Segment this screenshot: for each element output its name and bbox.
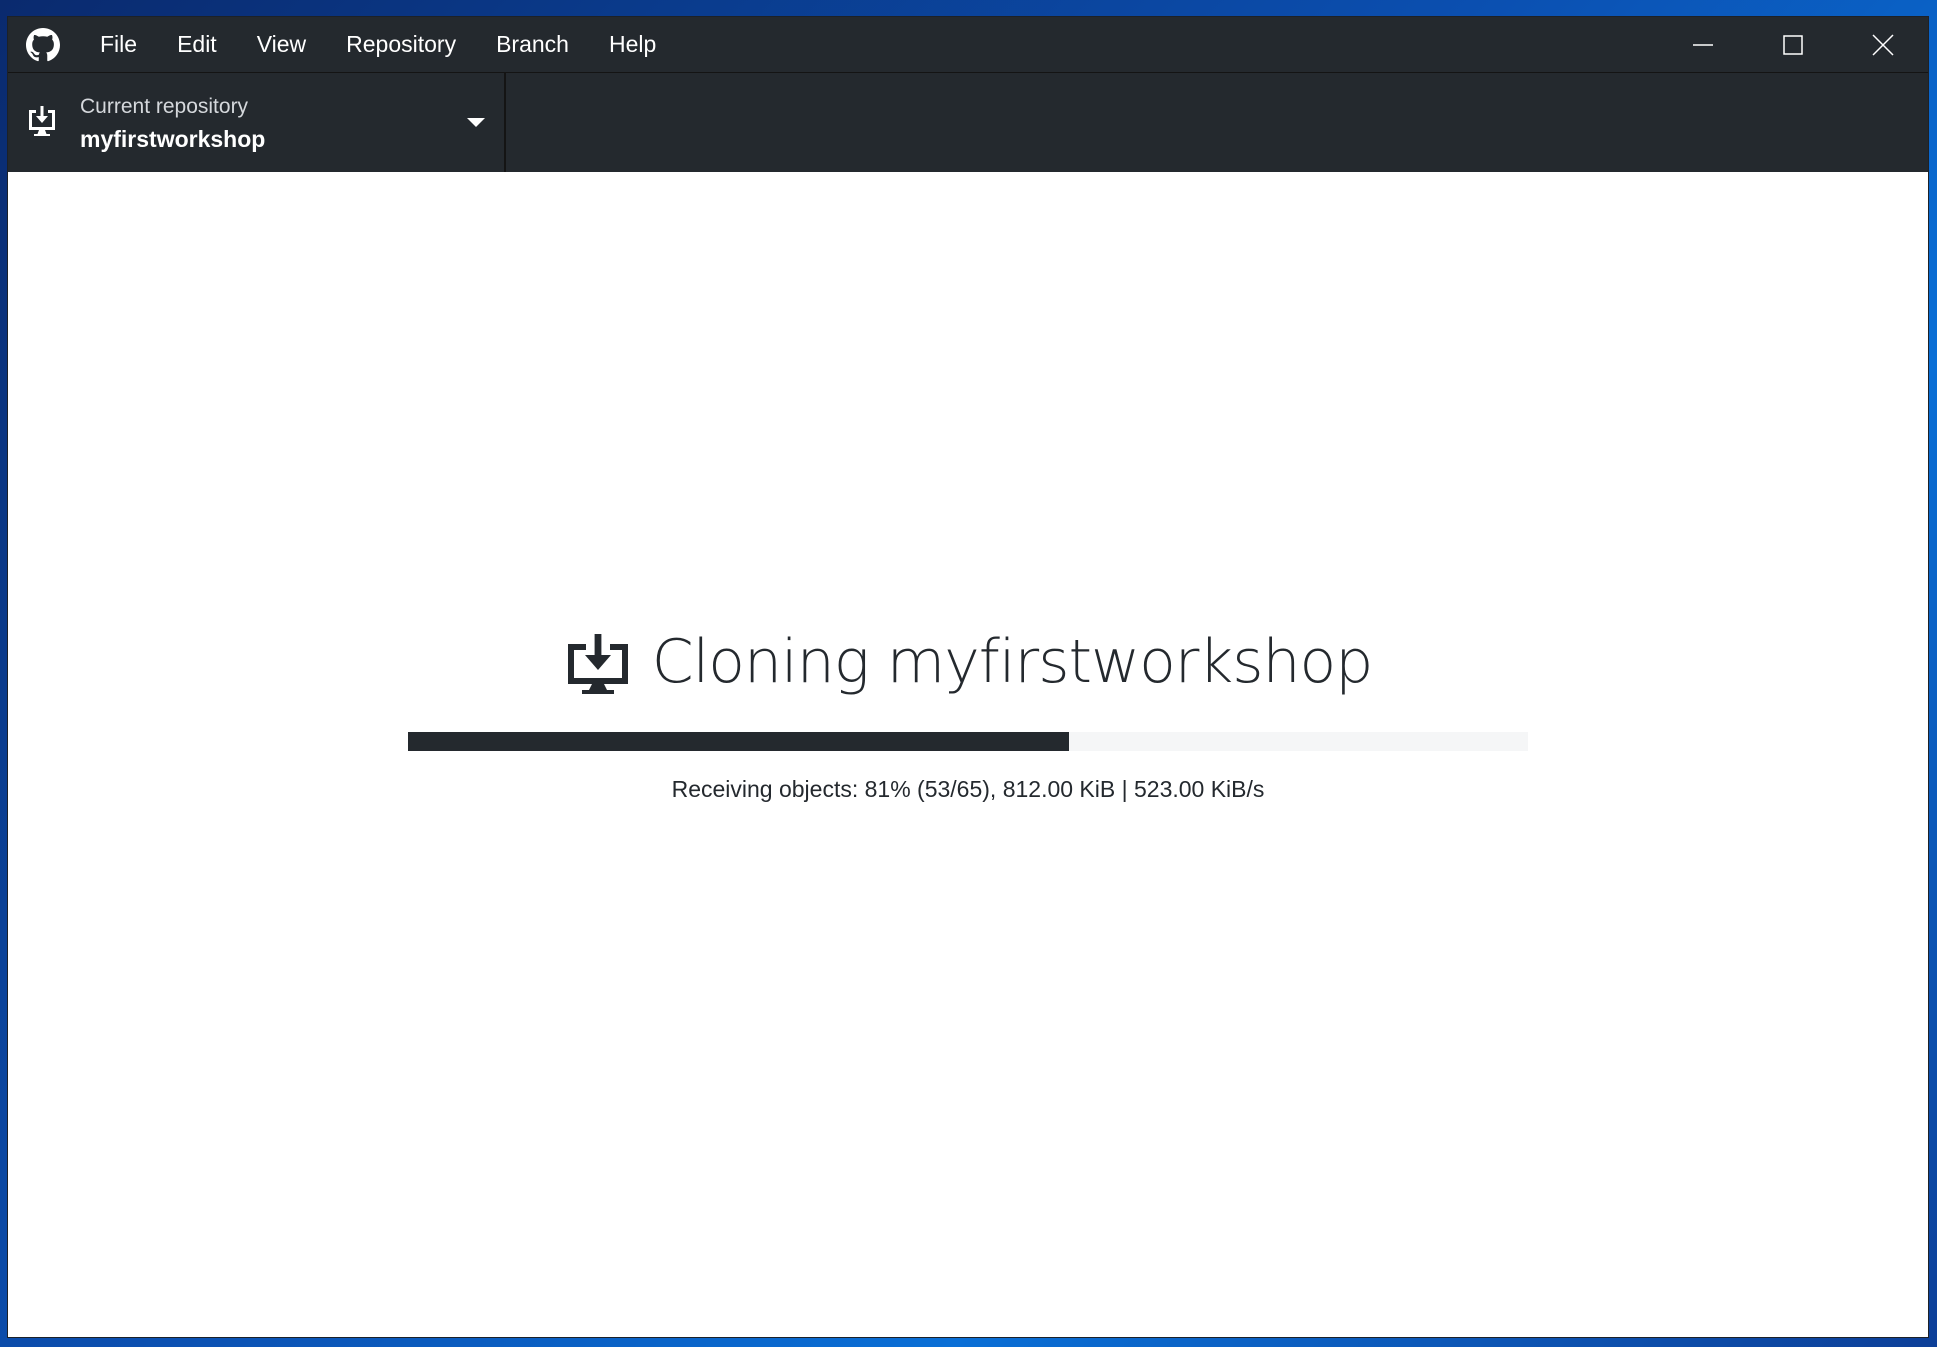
- app-window: File Edit View Repository Branch Help Cu…: [8, 17, 1928, 1337]
- maximize-icon: [1783, 35, 1803, 55]
- clone-progress-status: Receiving objects: 81% (53/65), 812.00 K…: [671, 776, 1265, 802]
- minimize-button[interactable]: [1658, 17, 1748, 72]
- menu-file[interactable]: File: [80, 17, 157, 72]
- toolbar: Current repository myfirstworkshop: [8, 72, 1928, 173]
- clone-download-icon: [29, 106, 55, 136]
- close-button[interactable]: [1838, 17, 1928, 72]
- current-repository-selector[interactable]: Current repository myfirstworkshop: [8, 73, 506, 173]
- menu-bar: File Edit View Repository Branch Help: [80, 17, 676, 72]
- menu-edit[interactable]: Edit: [157, 17, 237, 72]
- current-repository-label: Current repository: [80, 95, 249, 118]
- github-logo-icon: [26, 28, 60, 62]
- clone-progress-fill: [408, 732, 1069, 751]
- menu-branch[interactable]: Branch: [476, 17, 589, 72]
- clone-heading: Cloning myfirstworkshop: [8, 627, 1928, 697]
- menu-view[interactable]: View: [237, 17, 326, 72]
- maximize-button[interactable]: [1748, 17, 1838, 72]
- minimize-icon: [1693, 44, 1713, 46]
- clone-title: Cloning myfirstworkshop: [651, 627, 1374, 697]
- main-content: Cloning myfirstworkshop Receiving object…: [8, 172, 1928, 1337]
- menu-repository[interactable]: Repository: [326, 17, 476, 72]
- title-bar: File Edit View Repository Branch Help: [8, 17, 1928, 72]
- clone-download-icon: [567, 634, 628, 694]
- chevron-down-icon: [467, 118, 485, 127]
- close-icon: [1872, 34, 1894, 56]
- clone-progress-bar: [408, 732, 1528, 751]
- current-repository-name: myfirstworkshop: [80, 126, 266, 152]
- menu-help[interactable]: Help: [589, 17, 676, 72]
